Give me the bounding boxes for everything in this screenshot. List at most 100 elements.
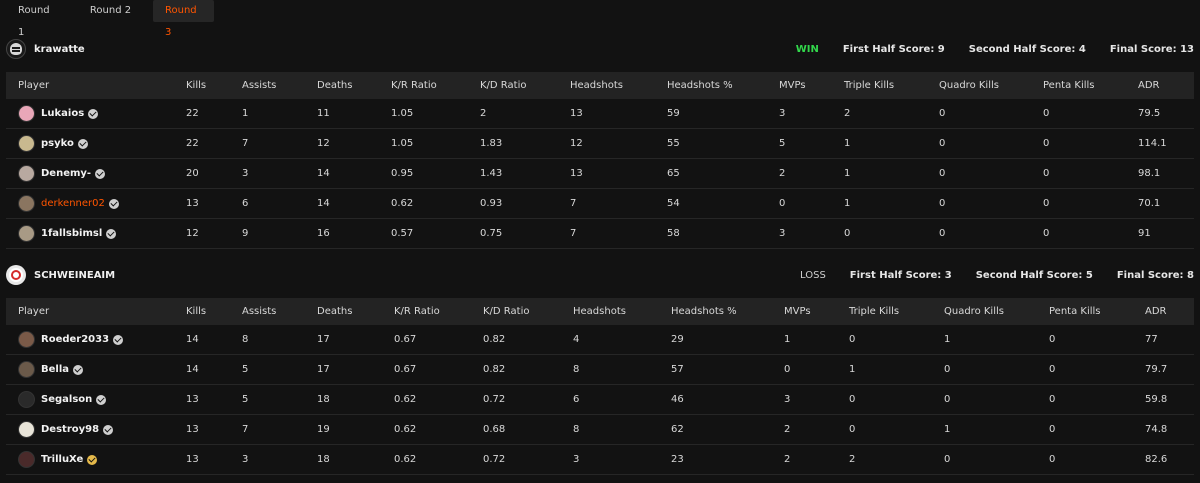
team-header-krawatte: krawatte WIN First Half Score: 9 Second … (6, 36, 1194, 62)
col-header[interactable]: Kills (174, 72, 230, 99)
stat-cell: 2 (849, 454, 856, 465)
stat-cell: 0.93 (480, 198, 503, 209)
avatar[interactable] (18, 165, 35, 182)
table-row: Bella 14 5 17 0.67 0.82 8 57 0 1 0 0 79.7 (6, 355, 1194, 385)
col-header[interactable]: MVPs (772, 298, 837, 325)
player-cell[interactable]: Denemy- (6, 159, 174, 188)
table-row: Lukaios 22 1 11 1.05 2 13 59 3 2 0 0 79.5 (6, 99, 1194, 129)
table-row: 1fallsbimsl 12 9 16 0.57 0.75 7 58 3 0 0 0 91 (6, 219, 1194, 249)
player-cell[interactable]: Lukaios (6, 99, 174, 128)
stat-cell: 0.57 (391, 228, 414, 239)
player-name-link[interactable]: Roeder2033 (41, 334, 109, 345)
stat-cell: 57 (671, 364, 684, 375)
tab-round-3[interactable]: Round 3 (153, 0, 214, 38)
avatar[interactable] (18, 421, 35, 438)
stat-cell: 1.83 (480, 138, 503, 149)
col-header[interactable]: K/R Ratio (379, 72, 468, 99)
player-name-link[interactable]: Destroy98 (41, 424, 99, 435)
col-header[interactable]: K/D Ratio (468, 72, 558, 99)
stat-cell: 0 (1049, 454, 1056, 465)
player-rows: Lukaios 22 1 11 1.05 2 13 59 3 2 0 0 79.5 psyko 22 7 12 1… (6, 99, 1194, 249)
player-cell[interactable]: TrilluXe (6, 445, 174, 474)
col-header[interactable]: MVPs (767, 72, 832, 99)
stat-cell: 14 (317, 168, 330, 179)
team-header-schweineaim: SCHWEINEAIM LOSS First Half Score: 3 Sec… (6, 262, 1194, 288)
stat-cell: 5 (779, 138, 786, 149)
stat-cell: 0 (939, 228, 946, 239)
tab-round-1[interactable]: Round 1 (6, 0, 68, 38)
col-header[interactable]: ADR (1133, 298, 1194, 325)
player-name-link[interactable]: psyko (41, 138, 74, 149)
stat-cell: 62 (671, 424, 684, 435)
player-cell[interactable]: Segalson (6, 385, 174, 414)
avatar[interactable] (18, 225, 35, 242)
col-header[interactable]: ADR (1126, 72, 1194, 99)
player-cell[interactable]: Bella (6, 355, 174, 384)
avatar[interactable] (18, 451, 35, 468)
stat-cell: 0 (1043, 198, 1050, 209)
avatar[interactable] (18, 361, 35, 378)
avatar[interactable] (18, 105, 35, 122)
player-cell[interactable]: 1fallsbimsl (6, 219, 174, 248)
avatar[interactable] (18, 391, 35, 408)
stat-cell: 1 (944, 334, 951, 345)
avatar[interactable] (18, 135, 35, 152)
player-name-link[interactable]: Segalson (41, 394, 92, 405)
table-row: psyko 22 7 12 1.05 1.83 12 55 5 1 0 0 114.1 (6, 129, 1194, 159)
stat-cell: 4 (573, 334, 580, 345)
avatar[interactable] (18, 331, 35, 348)
player-cell[interactable]: derkenner02 (6, 189, 174, 218)
player-name-link[interactable]: Bella (41, 364, 69, 375)
avatar[interactable] (18, 195, 35, 212)
player-name-link[interactable]: Lukaios (41, 108, 84, 119)
stat-cell: 54 (667, 198, 680, 209)
col-header[interactable]: K/R Ratio (382, 298, 471, 325)
player-cell[interactable]: psyko (6, 129, 174, 158)
col-header[interactable]: Triple Kills (832, 72, 927, 99)
player-name-link[interactable]: Denemy- (41, 168, 91, 179)
stat-cell: 0 (844, 228, 851, 239)
col-header[interactable]: Deaths (305, 298, 382, 325)
stat-cell: 91 (1138, 228, 1151, 239)
player-cell[interactable]: Destroy98 (6, 415, 174, 444)
col-header[interactable]: Quadro Kills (927, 72, 1031, 99)
col-header[interactable]: Deaths (305, 72, 379, 99)
col-header[interactable]: Player (6, 72, 174, 99)
col-header[interactable]: Triple Kills (837, 298, 932, 325)
col-header[interactable]: Quadro Kills (932, 298, 1037, 325)
stat-cell: 14 (186, 334, 199, 345)
col-header[interactable]: Kills (174, 298, 230, 325)
stat-cell: 0 (944, 394, 951, 405)
col-header[interactable]: Player (6, 298, 174, 325)
round-tabs: Round 1 Round 2 Round 3 (6, 0, 214, 38)
player-name-link[interactable]: derkenner02 (41, 198, 105, 209)
col-header[interactable]: K/D Ratio (471, 298, 561, 325)
col-header[interactable]: Headshots % (659, 298, 772, 325)
col-header[interactable]: Penta Kills (1031, 72, 1126, 99)
stat-cell: 65 (667, 168, 680, 179)
stat-cell: 1 (944, 424, 951, 435)
stat-cell: 1 (844, 138, 851, 149)
stat-cell: 0 (1043, 108, 1050, 119)
team-stats-table-schweineaim: Player Kills Assists Deaths K/R Ratio K/… (6, 298, 1194, 475)
stat-cell: 1 (849, 364, 856, 375)
verified-badge-icon (106, 228, 117, 239)
table-header-row: Player Kills Assists Deaths K/R Ratio K/… (6, 298, 1194, 325)
stat-cell: 7 (242, 138, 249, 149)
col-header[interactable]: Assists (230, 298, 305, 325)
col-header[interactable]: Headshots % (655, 72, 767, 99)
match-result-badge: LOSS (800, 269, 826, 281)
stat-cell: 79.7 (1145, 364, 1168, 375)
player-cell[interactable]: Roeder2033 (6, 325, 174, 354)
player-name-link[interactable]: TrilluXe (41, 454, 83, 465)
team-logo-icon (6, 39, 26, 59)
col-header[interactable]: Headshots (561, 298, 659, 325)
col-header[interactable]: Headshots (558, 72, 655, 99)
stat-cell: 0 (1049, 364, 1056, 375)
col-header[interactable]: Penta Kills (1037, 298, 1133, 325)
player-name-link[interactable]: 1fallsbimsl (41, 228, 102, 239)
stat-cell: 6 (573, 394, 580, 405)
tab-round-2[interactable]: Round 2 (68, 0, 153, 22)
stat-cell: 0.67 (394, 364, 417, 375)
col-header[interactable]: Assists (230, 72, 305, 99)
